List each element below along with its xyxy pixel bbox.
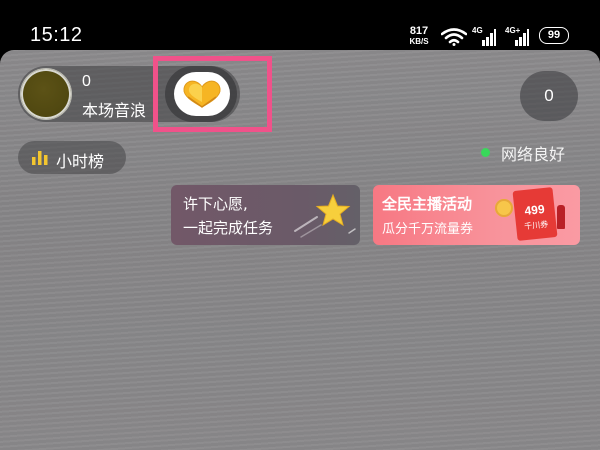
coupon-value: 499 — [523, 202, 546, 219]
lipstick-icon — [557, 205, 565, 229]
signal-bars-icon — [515, 29, 529, 46]
coupon-label: 千川券 — [523, 219, 549, 232]
viewer-count[interactable]: 0 — [520, 71, 578, 121]
network-status-dot — [481, 148, 490, 157]
hourly-rank-button[interactable]: 小时榜 — [18, 141, 126, 174]
cell-signal-1: 4G — [472, 26, 498, 46]
network-speed-value: 817 — [409, 25, 429, 37]
wish-banner-line1: 许下心愿, — [183, 195, 248, 213]
bar-chart-icon — [32, 151, 48, 165]
event-banner-title: 全民主播活动 — [382, 195, 473, 213]
status-time: 15:12 — [30, 24, 83, 46]
audio-wave-count: 0 — [82, 73, 91, 90]
wish-banner-line2: 一起完成任务 — [183, 219, 274, 237]
wish-task-banner[interactable]: 许下心愿, 一起完成任务 — [171, 185, 360, 245]
host-avatar[interactable] — [21, 69, 71, 119]
anchor-event-banner[interactable]: 全民主播活动 瓜分千万流量券 499 千川券 — [373, 185, 580, 245]
status-bar: 15:12 817 KB/S 4G 4G+ 99 — [0, 0, 600, 50]
event-banner-subtitle: 瓜分千万流量券 — [382, 222, 474, 237]
cell-signal-2: 4G+ — [505, 26, 531, 46]
coin-icon — [495, 199, 513, 217]
highlight-box — [153, 56, 272, 132]
wifi-icon — [441, 28, 467, 46]
hourly-rank-label: 小时榜 — [56, 152, 105, 171]
network-status-label: 网络良好 — [501, 145, 566, 164]
network-speed: 817 KB/S — [404, 26, 434, 50]
network-speed-unit: KB/S — [409, 37, 429, 46]
signal-bars-icon — [482, 29, 496, 46]
coupon-ticket: 499 千川券 — [512, 187, 558, 241]
live-room-panel: 0 本场音浪 0 小时榜 网络良好 许下心愿, 一起完成任务 全民主播活动 瓜分… — [0, 50, 600, 450]
battery-indicator: 99 — [539, 27, 569, 44]
shooting-star-icon — [294, 193, 356, 238]
